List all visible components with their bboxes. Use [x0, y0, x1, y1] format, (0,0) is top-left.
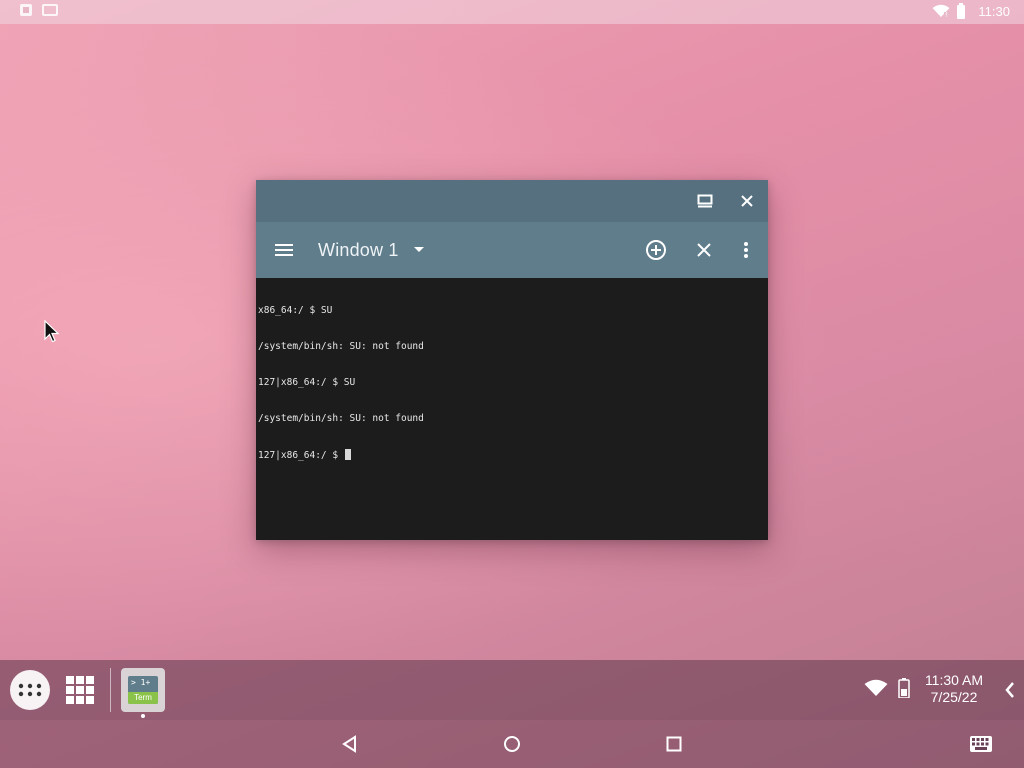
add-window-icon: [646, 240, 666, 260]
battery-icon: [957, 3, 966, 19]
notification-icon: [20, 4, 32, 16]
running-indicator: [141, 714, 145, 718]
navigation-bar: [0, 720, 1024, 768]
terminal-prompt-line: 127|x86_64:/ $: [258, 449, 766, 461]
back-icon[interactable]: [340, 734, 360, 754]
clock-date: 7/25/22: [930, 689, 978, 705]
taskbar-divider: [110, 668, 111, 712]
terminal-app-icon-label: Term: [128, 692, 158, 704]
terminal-line: x86_64:/ $ SU: [258, 305, 333, 316]
app-drawer-button[interactable]: [10, 670, 50, 710]
keyboard-icon[interactable]: [970, 736, 992, 752]
home-icon[interactable]: [502, 734, 522, 754]
terminal-window[interactable]: Window 1 x86_64:/ $ SU /system/bin/sh: S…: [256, 180, 768, 540]
recents-grid-icon[interactable]: [66, 676, 94, 704]
menu-button[interactable]: [270, 236, 298, 264]
wifi-icon: [864, 679, 888, 696]
taskbar: > 1+ Term 11:30 AM 7/25/22: [0, 660, 1024, 720]
close-window-button[interactable]: [690, 236, 718, 264]
terminal-line: /system/bin/sh: SU: not found: [258, 341, 424, 352]
window-selector-label: Window 1: [318, 239, 399, 260]
app-toolbar: Window 1: [256, 222, 768, 278]
more-options-button[interactable]: [732, 236, 760, 264]
status-notifications: [20, 4, 58, 16]
dropdown-arrow-icon: [413, 247, 424, 252]
app-drawer-icon: [18, 683, 42, 697]
close-icon: [741, 195, 753, 207]
terminal-app-icon-prompt: > 1+: [131, 678, 151, 687]
taskbar-clock[interactable]: 11:30 AM 7/25/22: [916, 672, 992, 706]
svg-text:!: !: [946, 12, 948, 19]
terminal-line: 127|x86_64:/ $ SU: [258, 377, 356, 388]
add-window-button[interactable]: [642, 236, 670, 264]
maximize-button[interactable]: [692, 188, 718, 214]
chevron-left-icon[interactable]: [1004, 681, 1016, 699]
status-system-icons: ! 11:30: [932, 3, 1010, 19]
battery-icon: [898, 678, 910, 698]
more-vert-icon: [744, 242, 748, 258]
menu-icon: [275, 244, 293, 256]
wifi-icon: !: [932, 4, 950, 18]
terminal-cursor: [344, 449, 351, 460]
terminal-output[interactable]: x86_64:/ $ SU /system/bin/sh: SU: not fo…: [256, 278, 768, 540]
terminal-line: /system/bin/sh: SU: not found: [258, 413, 424, 424]
window-selector[interactable]: Window 1: [318, 236, 425, 264]
terminal-app-icon: > 1+ Term: [128, 676, 158, 704]
system-tray[interactable]: [864, 678, 910, 698]
maximize-icon: [697, 194, 713, 208]
screenshot-icon: [42, 4, 58, 16]
window-close-button[interactable]: [734, 188, 760, 214]
terminal-prompt: 127|x86_64:/ $: [258, 450, 344, 461]
close-window-icon: [697, 243, 711, 257]
mouse-pointer-icon: [44, 320, 60, 343]
window-titlebar[interactable]: [256, 180, 768, 222]
status-clock: 11:30: [978, 3, 1010, 19]
taskbar-app-terminal[interactable]: > 1+ Term: [121, 668, 165, 712]
clock-time: 11:30 AM: [924, 672, 984, 688]
overview-icon[interactable]: [664, 734, 684, 754]
status-bar: ! 11:30: [0, 0, 1024, 24]
